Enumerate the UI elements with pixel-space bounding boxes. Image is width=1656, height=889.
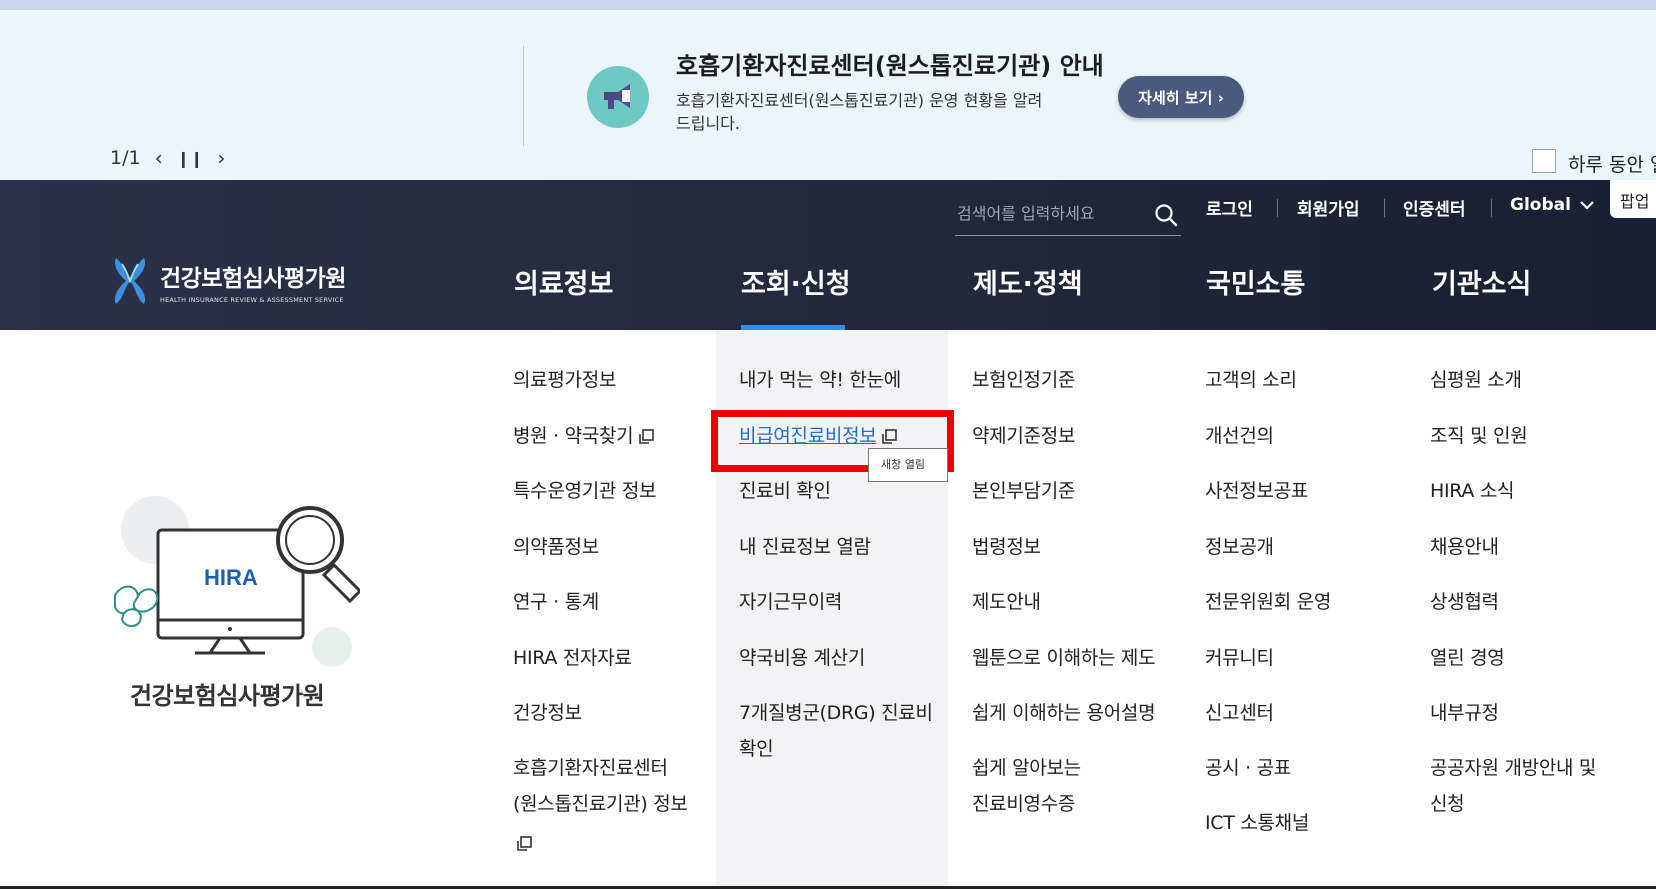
menu-item-label-line2: 신청 xyxy=(1430,793,1465,815)
menu-item-drug-info[interactable]: 의약품정보 xyxy=(513,529,599,565)
search-icon[interactable] xyxy=(1153,202,1179,228)
menu-item-webtoon[interactable]: 웹툰으로 이해하는 제도 xyxy=(972,640,1156,676)
menu-item-my-medication[interactable]: 내가 먹는 약! 한눈에 xyxy=(739,362,901,398)
menu-item-suggestion[interactable]: 개선건의 xyxy=(1205,418,1274,454)
menu-item-report-center[interactable]: 신고센터 xyxy=(1205,695,1274,731)
pause-icon[interactable]: ❙❙ xyxy=(177,149,204,168)
logo-korean-text: 건강보험심사평가원 xyxy=(160,265,346,292)
more-details-button[interactable]: 자세히 보기 › xyxy=(1118,76,1244,118)
signup-link[interactable]: 회원가입 xyxy=(1297,195,1360,220)
menu-item-public-resources[interactable]: 공공자원 개방안내 및 신청 xyxy=(1430,750,1596,822)
gnb-inquiry[interactable]: 조회·신청 xyxy=(741,262,851,301)
banner-title: 호흡기환자진료센터(원스톱진료기관) 안내 xyxy=(676,52,1104,80)
cert-center-link[interactable]: 인증센터 xyxy=(1403,195,1466,220)
menu-item-community[interactable]: 커뮤니티 xyxy=(1205,640,1274,676)
menu-item-research-stats[interactable]: 연구 · 통계 xyxy=(513,584,599,620)
menu-item-label-line1: 7개질병군(DRG) 진료비 xyxy=(739,702,933,724)
menu-item-customer-voice[interactable]: 고객의 소리 xyxy=(1205,362,1297,398)
gnb-agency[interactable]: 기관소식 xyxy=(1432,262,1531,301)
menu-item-fee-check[interactable]: 진료비 확인 xyxy=(739,473,831,509)
menu-item-label-line2: 확인 xyxy=(739,738,774,760)
menu-item-drug-standards[interactable]: 약제기준정보 xyxy=(972,418,1075,454)
site-logo[interactable]: 건강보험심사평가원 HEALTH INSURANCE REVIEW & ASSE… xyxy=(110,254,346,308)
banner-pager: 1/1 ‹ ❙❙ › xyxy=(110,146,225,170)
menu-item-prior-disclosure[interactable]: 사전정보공표 xyxy=(1205,473,1308,509)
menu-item-label-line2: 진료비영수증 xyxy=(972,793,1076,815)
megaphone-icon xyxy=(587,66,649,128)
close-for-today-label: 하루 동안 열 xyxy=(1568,154,1656,176)
menu-item-hira-e-data[interactable]: HIRA 전자자료 xyxy=(513,640,632,676)
menu-item-receipt-guide[interactable]: 쉽게 알아보는 진료비영수증 xyxy=(972,750,1081,822)
gnb-communication[interactable]: 국민소통 xyxy=(1206,262,1305,301)
hira-logo-icon xyxy=(114,258,146,304)
search-box xyxy=(955,196,1181,236)
menu-item-insurance-standards[interactable]: 보험인정기준 xyxy=(972,362,1075,398)
menu-item-drg-fees[interactable]: 7개질병군(DRG) 진료비 확인 xyxy=(739,695,933,767)
banner-description: 호흡기환자진료센터(원스톱진료기관) 운영 현황을 알려드립니다. xyxy=(676,91,1043,133)
util-separator xyxy=(1384,199,1385,217)
global-label: Global xyxy=(1510,195,1571,215)
menu-item-recruitment[interactable]: 채용안내 xyxy=(1430,529,1499,565)
menu-item-my-medical-records[interactable]: 내 진료정보 열람 xyxy=(739,529,871,565)
util-separator xyxy=(1277,199,1278,217)
menu-item-health-info[interactable]: 건강정보 xyxy=(513,695,582,731)
menu-item-medical-evaluation[interactable]: 의료평가정보 xyxy=(513,362,616,398)
menu-item-label-line2: (원스톱진료기관) 정보 xyxy=(513,793,688,815)
search-input[interactable] xyxy=(957,204,1147,223)
popup-banner: 1/1 ‹ ❙❙ › 호흡기환자진료센터(원스톱진료기관) 안내 호흡기환자진료… xyxy=(0,10,1656,180)
menu-item-public-notice[interactable]: 공시 · 공표 xyxy=(1205,750,1291,786)
site-header: 로그인 회원가입 인증센터 Global 팝업 건강보험심사평가원 HEALTH… xyxy=(0,180,1656,330)
menu-item-info-disclosure[interactable]: 정보공개 xyxy=(1205,529,1274,565)
menu-item-glossary[interactable]: 쉽게 이해하는 용어설명 xyxy=(972,695,1156,731)
chevron-down-icon xyxy=(1580,201,1594,210)
global-dropdown[interactable]: Global xyxy=(1510,195,1595,215)
menu-item-copay-standards[interactable]: 본인부담기준 xyxy=(972,473,1075,509)
gnb-medical-info[interactable]: 의료정보 xyxy=(514,262,613,301)
menu-item-hospital-pharmacy-search[interactable]: 병원 · 약국찾기 xyxy=(513,418,655,454)
menu-item-respiratory-center[interactable]: 호흡기환자진료센터 (원스톱진료기관) 정보 xyxy=(513,750,688,858)
window-top-strip xyxy=(0,0,1656,10)
logo-english-text: HEALTH INSURANCE REVIEW & ASSESSMENT SER… xyxy=(160,295,344,304)
illustration-hira-text: HIRA xyxy=(204,565,258,590)
next-chevron-icon[interactable]: › xyxy=(217,146,225,170)
banner-page-count: 1/1 xyxy=(110,147,141,169)
menu-item-cooperation[interactable]: 상생협력 xyxy=(1430,584,1499,620)
new-window-icon xyxy=(517,835,532,851)
menu-item-label-line1: 공공자원 개방안내 및 xyxy=(1430,757,1597,779)
menu-item-ict-channel[interactable]: ICT 소통채널 xyxy=(1205,805,1309,841)
menu-item-internal-rules[interactable]: 내부규정 xyxy=(1430,695,1499,731)
menu-item-hira-news[interactable]: HIRA 소식 xyxy=(1430,473,1515,509)
close-for-today-checkbox[interactable] xyxy=(1532,149,1556,173)
illustration-title: 건강보험심사평가원 xyxy=(130,682,325,710)
menu-item-label-line1: 호흡기환자진료센터 xyxy=(513,757,668,779)
menu-item-special-institutions[interactable]: 특수운영기관 정보 xyxy=(513,473,656,509)
menu-item-law-info[interactable]: 법령정보 xyxy=(972,529,1041,565)
banner-divider xyxy=(523,46,524,146)
menu-item-label: 병원 · 약국찾기 xyxy=(513,425,634,447)
login-link[interactable]: 로그인 xyxy=(1206,195,1253,220)
menu-item-open-management[interactable]: 열린 경영 xyxy=(1430,640,1505,676)
util-separator xyxy=(1491,199,1492,217)
prev-chevron-icon[interactable]: ‹ xyxy=(155,146,163,170)
menu-item-work-history[interactable]: 자기근무이력 xyxy=(739,584,842,620)
menu-item-committee[interactable]: 전문위원회 운영 xyxy=(1205,584,1331,620)
popup-tab[interactable]: 팝업 xyxy=(1610,180,1656,218)
menu-item-about[interactable]: 심평원 소개 xyxy=(1430,362,1522,398)
new-window-tooltip: 새창 열림 xyxy=(868,448,948,482)
gnb-policy[interactable]: 제도·정책 xyxy=(973,262,1083,301)
menu-item-label-line1: 쉽게 알아보는 xyxy=(972,757,1081,779)
hira-monitor-illustration: HIRA xyxy=(114,496,360,667)
menu-item-organization[interactable]: 조직 및 인원 xyxy=(1430,418,1528,454)
new-window-icon xyxy=(639,428,655,444)
menu-item-system-guide[interactable]: 제도안내 xyxy=(972,584,1041,620)
menu-item-pharmacy-calculator[interactable]: 약국비용 계산기 xyxy=(739,640,865,676)
